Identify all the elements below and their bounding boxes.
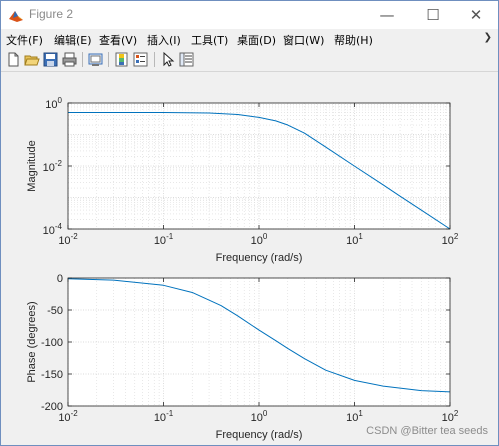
magnitude-plot: 10-2 10-1 100 101 10210-410-2100Frequency (r… [26, 96, 459, 264]
new-figure-icon[interactable] [5, 51, 22, 68]
tick-exponent: 0 [58, 96, 63, 105]
tick-exponent: 1 [358, 232, 363, 241]
tick-exponent: 2 [454, 409, 459, 418]
bode-plot-figure: 10-2 10-1 100 101 10210-410-2100Frequency (r… [26, 96, 459, 441]
y-axis-label: Magnitude [26, 140, 38, 191]
close-icon: ✕ [469, 6, 483, 24]
menu-bar: 文件(F) 编辑(E) 查看(V) 插入(I) 工具(T) 桌面(D) 窗口(W… [1, 29, 498, 49]
maximize-button[interactable]: ☐ [411, 1, 455, 29]
toolbar-separator [154, 52, 155, 67]
window-title: Figure 2 [29, 7, 74, 21]
insert-colorbar-icon[interactable] [113, 51, 130, 68]
tick-base: 10 [251, 412, 263, 424]
tick-base: 10 [346, 235, 358, 247]
tick-exponent: -1 [166, 232, 174, 241]
tick-exponent: -2 [71, 232, 79, 241]
x-tick-label: 101 [346, 232, 363, 247]
x-tick-label: 100 [251, 232, 268, 247]
x-axis-label: Frequency (rad/s) [216, 252, 303, 264]
menu-help[interactable]: 帮助(H) [334, 32, 373, 48]
minimize-icon: — [379, 6, 395, 24]
menu-file[interactable]: 文件(F) [6, 32, 43, 48]
y-tick-label: -100 [41, 337, 63, 349]
menu-edit[interactable]: 编辑(E) [54, 32, 92, 48]
y-tick-label: -150 [41, 369, 63, 381]
tick-base: 10 [58, 412, 70, 424]
property-inspector-icon[interactable] [178, 51, 195, 68]
open-file-icon[interactable] [23, 51, 40, 68]
tick-exponent: 1 [358, 409, 363, 418]
menu-desktop[interactable]: 桌面(D) [237, 32, 276, 48]
menu-view[interactable]: 查看(V) [99, 32, 137, 48]
save-icon[interactable] [42, 51, 59, 68]
menu-insert[interactable]: 插入(I) [147, 32, 181, 48]
matlab-logo-icon [9, 11, 23, 22]
x-tick-label: 10-1 [154, 232, 174, 247]
y-tick-label: -50 [47, 305, 63, 317]
x-tick-label: 101 [346, 409, 363, 424]
watermark-text: CSDN @Bitter tea seeds [366, 425, 488, 437]
tick-base: 10 [154, 235, 166, 247]
tick-base: 10 [58, 235, 70, 247]
title-bar: Figure 2 — ☐ ✕ [1, 1, 498, 29]
tick-base: 10 [154, 412, 166, 424]
tick-base: 10 [43, 162, 55, 174]
menu-window[interactable]: 窗口(W) [283, 32, 324, 48]
x-tick-label: 10-2 [58, 232, 78, 247]
maximize-icon: ☐ [426, 6, 440, 24]
insert-legend-icon[interactable] [132, 51, 149, 68]
x-tick-label: 102 [442, 232, 459, 247]
y-tick-label: 10-2 [43, 159, 63, 174]
menu-tools[interactable]: 工具(T) [191, 32, 228, 48]
tick-exponent: -1 [166, 409, 174, 418]
phase-plot: 10-2 10-1 100 101 1020-50-100-150-200Frequen… [26, 273, 459, 441]
tick-exponent: 0 [263, 232, 268, 241]
toolbar-separator [82, 52, 83, 67]
tick-exponent: -2 [71, 409, 79, 418]
tick-exponent: 0 [263, 409, 268, 418]
tick-base: 10 [45, 99, 57, 111]
tick-exponent: -4 [55, 222, 63, 231]
toolbar [1, 49, 498, 72]
print-icon[interactable] [61, 51, 78, 68]
minimize-button[interactable]: — [365, 1, 409, 29]
tick-base: 10 [346, 412, 358, 424]
tick-base: 10 [251, 235, 263, 247]
link-plot-icon[interactable] [87, 51, 104, 68]
x-tick-label: 102 [442, 409, 459, 424]
close-button[interactable]: ✕ [454, 1, 498, 29]
y-tick-label: -200 [41, 401, 63, 413]
tick-exponent: -2 [55, 159, 63, 168]
edit-plot-icon[interactable] [159, 51, 176, 68]
tick-exponent: 2 [454, 232, 459, 241]
tick-base: 10 [43, 225, 55, 237]
tick-base: 10 [442, 412, 454, 424]
toolbar-separator [108, 52, 109, 67]
x-tick-label: 100 [251, 409, 268, 424]
y-tick-label: 0 [57, 273, 63, 285]
chevron-right-icon[interactable]: ❯ [484, 32, 492, 43]
x-axis-label: Frequency (rad/s) [216, 429, 303, 441]
tick-base: 10 [442, 235, 454, 247]
y-tick-label: 100 [45, 96, 62, 111]
figure-window: Figure 2 — ☐ ✕ 文件(F) 编辑(E) 查看(V) 插入(I) 工… [0, 0, 499, 446]
x-tick-label: 10-1 [154, 409, 174, 424]
y-axis-label: Phase (degrees) [26, 301, 38, 382]
figure-canvas: 10-2 10-1 100 101 102 10-4 10-2 100 Frequency (r… [1, 72, 498, 445]
